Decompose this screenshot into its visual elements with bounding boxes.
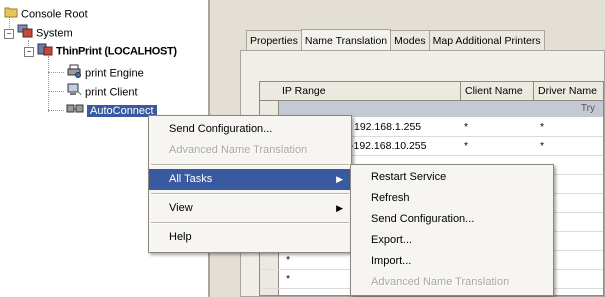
cell-ip-range: * [286, 254, 291, 266]
submenu-arrow-icon: ▶ [336, 203, 343, 213]
menu-item-import[interactable]: Import... [351, 251, 553, 272]
server-icon [37, 42, 53, 61]
printer-gear-icon [66, 64, 82, 83]
menu-item-send-configuration[interactable]: Send Configuration... [149, 119, 351, 140]
tree-label: Console Root [21, 8, 88, 21]
menu-item-all-tasks[interactable]: All Tasks ▶ [149, 169, 351, 190]
system-icon [17, 24, 33, 43]
menu-item-advanced-name-translation[interactable]: Advanced Name Translation [351, 272, 553, 293]
tab-map-additional-printers[interactable]: Map Additional Printers [428, 30, 545, 51]
menu-item-send-configuration[interactable]: Send Configuration... [351, 209, 553, 230]
menu-item-refresh[interactable]: Refresh [351, 188, 553, 209]
tree-item-system[interactable]: − System [4, 24, 73, 40]
all-tasks-submenu: Restart Service Refresh Send Configurati… [350, 164, 554, 296]
cell-driver-name: * [540, 121, 545, 133]
menu-item-view[interactable]: View ▶ [149, 198, 351, 219]
tree-item-print-engine[interactable]: print Engine [66, 64, 144, 80]
column-header-ip-range[interactable]: IP Range [278, 82, 461, 100]
tree-label: print Engine [85, 67, 144, 80]
submenu-arrow-icon: ▶ [336, 174, 343, 184]
cell-ip-range: -192.168.10.255 [350, 140, 427, 152]
cell-ip-range: 192.168.1.255 [354, 121, 422, 133]
tab-modes[interactable]: Modes [390, 30, 430, 51]
folder-icon [4, 6, 18, 23]
menu-item-export[interactable]: Export... [351, 230, 553, 251]
tree-label-selected: AutoConnect [87, 105, 157, 118]
menu-item-advanced-name-translation[interactable]: Advanced Name Translation [149, 140, 351, 161]
tree-label: print Client [85, 86, 138, 99]
menu-item-label: View [169, 202, 193, 214]
computer-client-icon [66, 83, 82, 102]
cell-client-name: * [464, 121, 469, 133]
menu-separator [151, 164, 349, 166]
cell-client-name: * [464, 140, 469, 152]
menu-item-help[interactable]: Help [149, 227, 351, 248]
menu-item-restart-service[interactable]: Restart Service [351, 167, 553, 188]
menu-separator [151, 222, 349, 224]
menu-separator [151, 193, 349, 195]
connect-icon [66, 102, 84, 121]
column-header-driver-name[interactable]: Driver Name [534, 82, 605, 100]
table-header: IP Range Client Name Driver Name [260, 82, 603, 101]
tree-item-autoconnect[interactable]: AutoConnect [66, 102, 157, 118]
collapse-icon[interactable]: − [4, 28, 14, 39]
tab-strip: Properties Name Translation Modes Map Addit… [246, 28, 545, 52]
menu-item-label: All Tasks [169, 173, 213, 185]
tab-properties[interactable]: Properties [246, 30, 302, 51]
tree-item-thinprint-server[interactable]: − ThinPrint (LOCALHOST) [24, 42, 177, 58]
tree-item-print-client[interactable]: print Client [66, 83, 138, 99]
tree-label: System [36, 27, 73, 40]
context-menu: Send Configuration... Advanced Name Tran… [148, 115, 352, 253]
tab-name-translation[interactable]: Name Translation [300, 29, 392, 52]
cell-ip-range: * [286, 273, 291, 285]
tree-label: ThinPrint (LOCALHOST) [56, 45, 177, 58]
column-header-client-name[interactable]: Client Name [461, 82, 534, 100]
cell-driver-name: * [540, 140, 545, 152]
collapse-icon[interactable]: − [24, 46, 34, 57]
tree-item-console-root[interactable]: Console Root [4, 6, 88, 22]
